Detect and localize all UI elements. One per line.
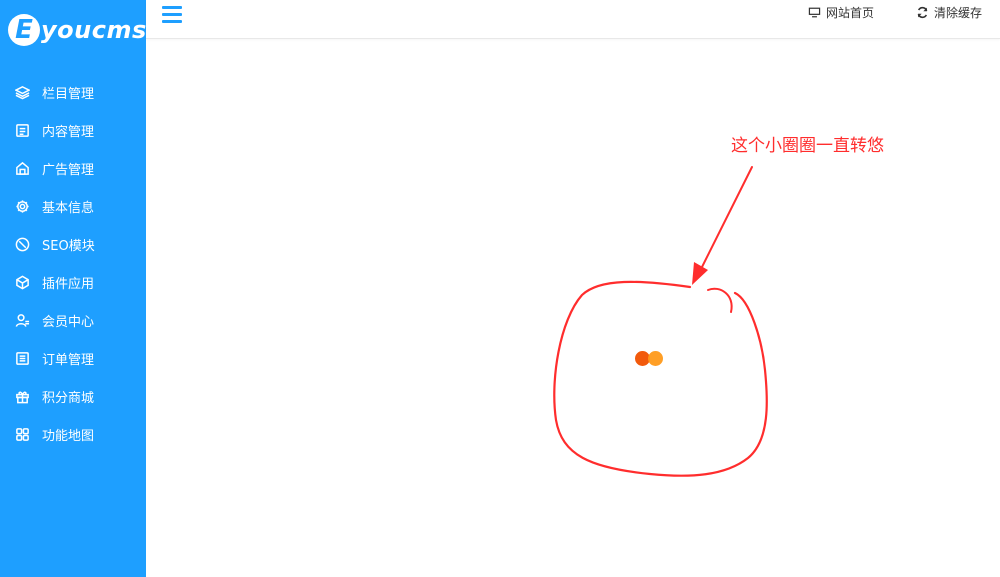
annotation-arrow-line bbox=[697, 166, 753, 276]
annotation-circle-tail bbox=[707, 287, 733, 313]
annotation-arrow-head bbox=[692, 262, 708, 285]
annotation-drawing bbox=[553, 166, 768, 477]
annotation-circle bbox=[553, 280, 768, 477]
annotation-text: 这个小圈圈一直转悠 bbox=[731, 136, 884, 156]
loading-dot-2 bbox=[648, 351, 663, 366]
